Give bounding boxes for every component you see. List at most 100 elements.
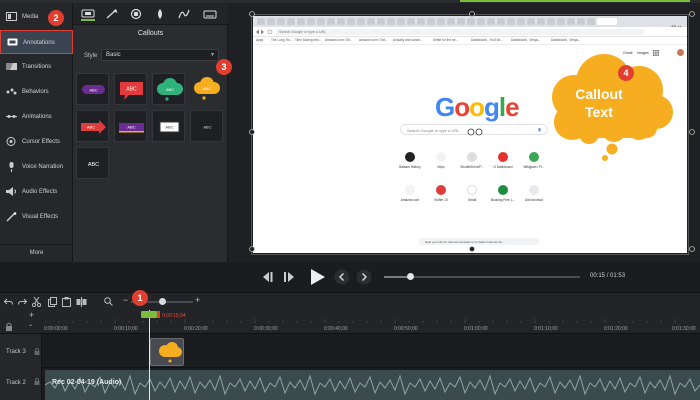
callout-thumb-red-arrow[interactable]: ABC xyxy=(76,110,109,142)
sidebar-item-label: Voice Narration xyxy=(22,164,64,170)
audio-clip[interactable] xyxy=(45,370,700,400)
step-back-icon[interactable] xyxy=(263,272,275,282)
tab-shapes[interactable] xyxy=(129,7,143,21)
track-lock-icon[interactable] xyxy=(34,348,40,356)
ruler-tick-label: 0:01:30;00 xyxy=(672,326,696,332)
thumb-label: ABC xyxy=(87,125,95,130)
zoom-slider-knob[interactable] xyxy=(158,298,166,305)
resize-handle[interactable] xyxy=(689,129,695,135)
sidebar-item-animations[interactable]: Animations xyxy=(0,105,73,129)
callout-line-1: Callout xyxy=(575,86,623,102)
sidebar-item-label: Media xyxy=(22,14,39,20)
keystroke-tab-icon xyxy=(203,10,217,19)
resize-handle[interactable] xyxy=(249,11,255,17)
timeline-ruler[interactable]: + ⌄ xyxy=(0,310,700,334)
resize-handle[interactable] xyxy=(689,11,695,17)
ruler-tick-label: 0:01:10;00 xyxy=(534,326,558,332)
sidebar-item-voice-narration[interactable]: Voice Narration xyxy=(0,155,73,179)
annotations-icon xyxy=(7,38,18,46)
step-marker-2: 2 xyxy=(48,10,64,26)
callout-thumb-yellow-cloud[interactable]: ABC xyxy=(190,73,223,105)
sidebar-item-annotations[interactable]: Annotations xyxy=(0,30,73,54)
add-track-icon[interactable]: + xyxy=(29,310,34,320)
thumb-label: ABC xyxy=(203,125,211,130)
callout-thumb-white-box[interactable]: ABC xyxy=(152,110,185,142)
sidebar-item-audio-effects[interactable]: Audio Effects xyxy=(0,180,73,204)
undo-icon[interactable] xyxy=(4,298,13,306)
tab-arrows[interactable] xyxy=(105,7,119,21)
redo-icon[interactable] xyxy=(18,298,27,306)
play-button[interactable] xyxy=(308,268,326,286)
lock-icon[interactable] xyxy=(5,322,13,332)
sketch-motion-tab-icon xyxy=(178,9,190,19)
time-separator: / xyxy=(606,273,609,279)
callout-text[interactable]: Callout Text xyxy=(560,85,638,121)
tab-sketch-motion[interactable] xyxy=(177,7,191,21)
sidebar-item-label: Cursor Effects xyxy=(22,139,60,145)
animations-icon xyxy=(6,115,17,118)
ruler-tick-label: 0:01:00;00 xyxy=(464,326,488,332)
annotation-clip[interactable] xyxy=(150,338,184,366)
copy-icon[interactable] xyxy=(48,297,57,307)
split-icon[interactable] xyxy=(76,297,87,307)
callout-thumb-purple-pill[interactable]: ABC xyxy=(76,73,109,105)
track-lock-icon[interactable] xyxy=(34,378,40,386)
sidebar-item-cursor-effects[interactable]: Cursor Effects xyxy=(0,130,73,154)
zoom-icon xyxy=(104,297,113,306)
callout-thumb-text-underline[interactable]: ABC xyxy=(190,110,223,142)
sidebar-item-behaviors[interactable]: Behaviors xyxy=(0,80,73,104)
step-marker-4: 4 xyxy=(618,65,634,81)
style-label: Style xyxy=(84,53,98,59)
tab-keystroke[interactable] xyxy=(203,7,217,21)
tools-sidebar: Media Annotations Transitions Behaviors … xyxy=(0,3,73,262)
tab-blur[interactable] xyxy=(153,7,167,21)
resize-handle[interactable] xyxy=(249,129,255,135)
track-3-label: Track 3 xyxy=(6,349,26,355)
callout-thumb-purple-ribbon[interactable]: ABC xyxy=(114,110,147,142)
step-forward-icon[interactable] xyxy=(284,272,296,282)
playback-scrubber[interactable] xyxy=(384,273,580,280)
center-handle[interactable] xyxy=(475,128,483,136)
collapse-tracks-icon[interactable]: ⌄ xyxy=(28,321,33,328)
sidebar-item-transitions[interactable]: Transitions xyxy=(0,55,73,79)
resize-handle[interactable] xyxy=(469,11,475,17)
panel-title: Callouts xyxy=(137,30,164,37)
callout-thumb-plain-text[interactable]: ABC xyxy=(76,147,109,179)
next-clip-button[interactable] xyxy=(356,269,372,285)
callout-line-2: Text xyxy=(585,104,613,120)
step-marker-1: 1 xyxy=(132,290,148,306)
sidebar-item-label: Annotations xyxy=(23,40,55,46)
annotation-tabs xyxy=(73,3,228,25)
thumb-label: ABC xyxy=(203,86,211,91)
callout-thumb-green-cloud[interactable]: ABC xyxy=(152,73,185,105)
cursor-effects-icon xyxy=(6,137,16,146)
style-dropdown[interactable]: Basic ▼ xyxy=(101,49,219,61)
sidebar-item-label: Behaviors xyxy=(22,89,49,95)
callout-thumb-red-speech[interactable]: ABC xyxy=(114,73,147,105)
resize-handle[interactable] xyxy=(689,246,695,252)
resize-handle[interactable] xyxy=(249,246,255,252)
track-3[interactable] xyxy=(0,334,700,368)
thumb-label: ABC xyxy=(165,125,173,130)
center-handle[interactable] xyxy=(467,128,475,136)
playhead-handle[interactable] xyxy=(141,311,157,318)
cut-icon[interactable] xyxy=(32,297,41,307)
sidebar-item-label: Visual Effects xyxy=(22,214,59,220)
thumb-label: ABC xyxy=(166,87,174,92)
chevron-down-icon: ▼ xyxy=(210,52,215,58)
selection-accent xyxy=(460,0,690,2)
previous-clip-button[interactable] xyxy=(334,269,350,285)
zoom-out-icon[interactable]: − xyxy=(123,295,128,305)
zoom-in-icon[interactable]: + xyxy=(195,295,200,305)
sidebar-item-visual-effects[interactable]: Visual Effects xyxy=(0,205,73,229)
divider xyxy=(0,244,73,245)
wand-icon xyxy=(6,212,17,222)
paste-icon[interactable] xyxy=(62,297,71,307)
arrows-tab-icon xyxy=(106,9,118,19)
scrubber-knob[interactable] xyxy=(406,273,414,280)
tab-callouts[interactable] xyxy=(81,7,95,21)
more-button[interactable]: More xyxy=(0,250,73,256)
resize-handle[interactable] xyxy=(469,246,475,252)
playhead-out-marker[interactable] xyxy=(157,311,160,318)
thumb-label: ABC xyxy=(126,87,137,93)
